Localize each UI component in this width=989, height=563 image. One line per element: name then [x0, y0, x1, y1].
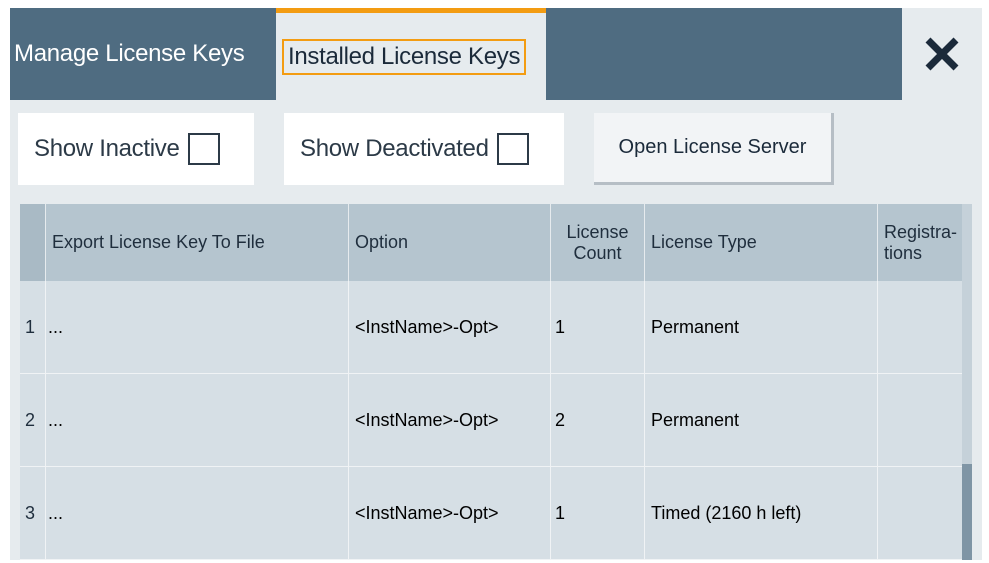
open-license-server-label: Open License Server — [618, 136, 807, 158]
header-export: Export License Key To File — [46, 204, 349, 281]
row-option-cell: <InstName>-Opt> — [349, 467, 551, 560]
row-count-cell: 1 — [551, 467, 645, 560]
show-inactive-toggle[interactable]: Show Inactive — [18, 113, 254, 185]
row-count-cell: 2 — [551, 374, 645, 467]
scrollbar-thumb[interactable] — [962, 464, 972, 560]
row-type-cell: Permanent — [645, 281, 878, 374]
tab-bar: Manage License Keys Installed License Ke… — [10, 8, 982, 100]
header-index — [20, 204, 46, 281]
table-header: Export License Key To File Option Licens… — [20, 204, 972, 281]
show-deactivated-label: Show Deactivated — [300, 135, 489, 162]
close-button[interactable] — [902, 8, 982, 100]
row-registrations-cell — [878, 374, 972, 467]
show-deactivated-toggle[interactable]: Show Deactivated — [284, 113, 564, 185]
table-row[interactable]: 1 ... <InstName>-Opt> 1 Permanent — [20, 281, 972, 374]
table-row[interactable]: 2 ... <InstName>-Opt> 2 Permanent — [20, 374, 972, 467]
row-index: 3 — [20, 467, 46, 560]
tab-manage-license-keys[interactable]: Manage License Keys — [10, 8, 276, 100]
header-option: Option — [349, 204, 551, 281]
tab-installed-license-keys[interactable]: Installed License Keys — [276, 8, 546, 100]
row-export-cell[interactable]: ... — [46, 467, 349, 560]
row-index: 2 — [20, 374, 46, 467]
table-scrollbar[interactable] — [962, 204, 972, 560]
row-export-cell[interactable]: ... — [46, 374, 349, 467]
close-icon — [925, 37, 959, 71]
row-export-cell[interactable]: ... — [46, 281, 349, 374]
open-license-server-button[interactable]: Open License Server — [594, 113, 834, 185]
row-option-cell: <InstName>-Opt> — [349, 374, 551, 467]
table-row[interactable]: 3 ... <InstName>-Opt> 1 Timed (2160 h le… — [20, 467, 972, 560]
row-type-cell: Timed (2160 h left) — [645, 467, 878, 560]
license-table: Export License Key To File Option Licens… — [20, 204, 972, 560]
license-dialog: Manage License Keys Installed License Ke… — [10, 8, 982, 560]
row-registrations-cell — [878, 467, 972, 560]
row-index: 1 — [20, 281, 46, 374]
row-option-cell: <InstName>-Opt> — [349, 281, 551, 374]
show-inactive-checkbox[interactable] — [187, 133, 220, 165]
row-count-cell: 1 — [551, 281, 645, 374]
toolbar: Show Inactive Show Deactivated Open Lice… — [10, 100, 982, 204]
header-license-count: License Count — [551, 204, 645, 281]
tab-manage-label: Manage License Keys — [14, 40, 245, 67]
header-license-type: License Type — [645, 204, 878, 281]
tab-installed-label: Installed License Keys — [282, 39, 527, 75]
row-type-cell: Permanent — [645, 374, 878, 467]
header-registrations: Registra-tions — [884, 221, 958, 263]
show-inactive-label: Show Inactive — [34, 135, 180, 162]
row-registrations-cell — [878, 281, 972, 374]
show-deactivated-checkbox[interactable] — [496, 133, 529, 165]
